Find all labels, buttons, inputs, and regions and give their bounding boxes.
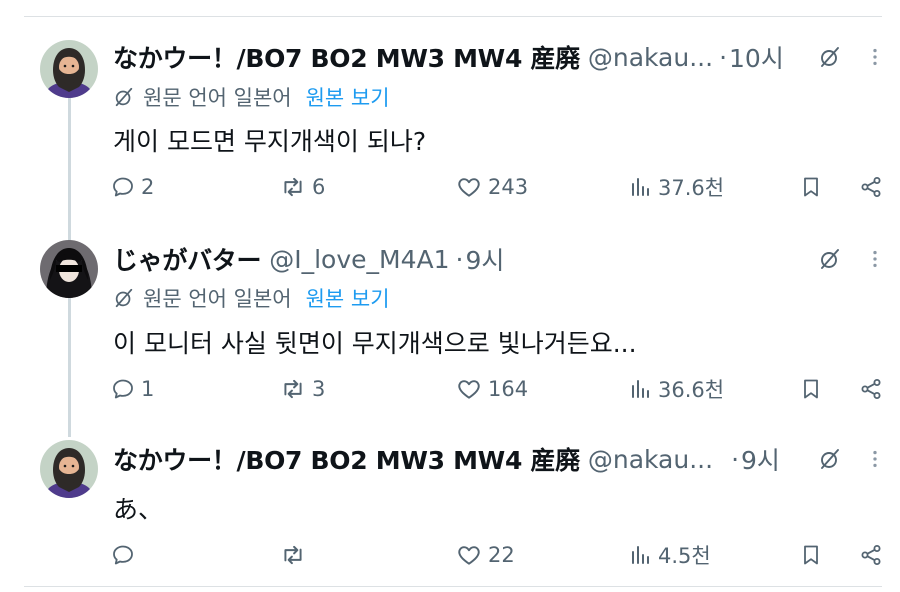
views-button[interactable]: 4.5천 — [628, 539, 711, 571]
divider-bottom — [24, 586, 882, 587]
views-button[interactable]: 37.6천 — [628, 171, 724, 203]
reply-icon — [111, 543, 135, 567]
share-icon — [859, 543, 883, 567]
translation-label: 원문 언어 일본어 — [143, 86, 292, 110]
bookmark-button[interactable] — [799, 171, 823, 203]
share-icon — [859, 377, 883, 401]
grok-icon[interactable] — [815, 244, 845, 274]
author-name[interactable]: じゃがバター — [113, 241, 262, 277]
repost-icon — [280, 542, 306, 568]
like-count: 164 — [488, 377, 529, 401]
reply-button[interactable]: 2 — [111, 171, 154, 203]
reply-icon — [111, 175, 135, 199]
timestamp[interactable]: 9시 — [465, 241, 504, 277]
timestamp[interactable]: 9시 — [741, 441, 780, 477]
views-button[interactable]: 36.6천 — [628, 373, 724, 405]
translation-bar: 원문 언어 일본어 원본 보기 — [113, 283, 390, 313]
bookmark-icon — [799, 175, 823, 199]
repost-icon — [280, 376, 306, 402]
views-icon — [628, 543, 652, 567]
translate-icon — [113, 287, 135, 309]
reply-count: 1 — [141, 377, 155, 401]
share-button[interactable] — [859, 373, 883, 405]
translate-icon — [113, 86, 135, 108]
more-icon[interactable] — [860, 42, 890, 72]
repost-button[interactable]: 6 — [280, 171, 325, 203]
translation-label: 원문 언어 일본어 — [143, 287, 292, 311]
translation-bar: 원문 언어 일본어 원본 보기 — [113, 82, 390, 112]
avatar[interactable] — [40, 440, 98, 498]
share-icon — [859, 175, 883, 199]
like-count: 243 — [488, 175, 529, 199]
more-icon[interactable] — [860, 244, 890, 274]
tweet[interactable]: なかウー！/BO7 BO2 MW3 MW4 産廃 @nakau... · 10시… — [0, 40, 900, 220]
separator-dot: · — [455, 244, 464, 274]
like-button[interactable]: 243 — [456, 171, 528, 203]
reply-count: 2 — [141, 175, 155, 199]
reply-button[interactable]: 1 — [111, 373, 154, 405]
grok-icon[interactable] — [815, 444, 845, 474]
share-button[interactable] — [859, 171, 883, 203]
view-count: 4.5천 — [658, 544, 711, 568]
tweet-text: あ、 — [113, 495, 164, 524]
tweet[interactable]: なかウー！/BO7 BO2 MW3 MW4 産廃 @nakau... · 9시 … — [0, 440, 900, 580]
share-button[interactable] — [859, 539, 883, 571]
author-handle[interactable]: @I_love_M4A1 — [269, 245, 449, 274]
views-icon — [628, 377, 652, 401]
views-icon — [628, 175, 652, 199]
repost-button[interactable]: 3 — [280, 373, 325, 405]
author-name[interactable]: なかウー！/BO7 BO2 MW3 MW4 産廃 — [113, 441, 580, 477]
bookmark-button[interactable] — [799, 539, 823, 571]
tweet-text: 이 모니터 사실 뒷면이 무지개색으로 빛나거든요... — [113, 329, 637, 358]
repost-count: 3 — [312, 377, 326, 401]
like-icon — [456, 174, 482, 200]
show-original-link[interactable]: 원본 보기 — [306, 82, 390, 112]
grok-icon[interactable] — [815, 42, 845, 72]
repost-count: 6 — [312, 175, 326, 199]
author-handle[interactable]: @nakau... — [588, 445, 713, 474]
divider-top — [24, 16, 882, 17]
separator-dot: · — [719, 42, 728, 72]
repost-button[interactable] — [280, 539, 312, 571]
author-name[interactable]: なかウー！/BO7 BO2 MW3 MW4 産廃 — [113, 39, 580, 75]
like-icon — [456, 376, 482, 402]
repost-icon — [280, 174, 306, 200]
bookmark-icon — [799, 377, 823, 401]
like-icon — [456, 542, 482, 568]
like-button[interactable]: 22 — [456, 539, 515, 571]
like-count: 22 — [488, 543, 515, 567]
separator-dot: · — [731, 444, 740, 474]
avatar[interactable] — [40, 40, 98, 98]
show-original-link[interactable]: 원본 보기 — [306, 283, 390, 313]
tweet[interactable]: じゃがバター @I_love_M4A1 · 9시 원문 언어 일본어 원본 보기… — [0, 240, 900, 420]
more-icon[interactable] — [860, 444, 890, 474]
tweet-text: 게이 모드면 무지개색이 되나? — [113, 127, 427, 156]
reply-button[interactable] — [111, 539, 141, 571]
author-handle[interactable]: @nakau... — [588, 43, 713, 72]
bookmark-icon — [799, 543, 823, 567]
avatar[interactable] — [40, 240, 98, 298]
view-count: 36.6천 — [658, 378, 725, 402]
like-button[interactable]: 164 — [456, 373, 528, 405]
bookmark-button[interactable] — [799, 373, 823, 405]
timestamp[interactable]: 10시 — [729, 39, 784, 75]
view-count: 37.6천 — [658, 176, 725, 200]
reply-icon — [111, 377, 135, 401]
